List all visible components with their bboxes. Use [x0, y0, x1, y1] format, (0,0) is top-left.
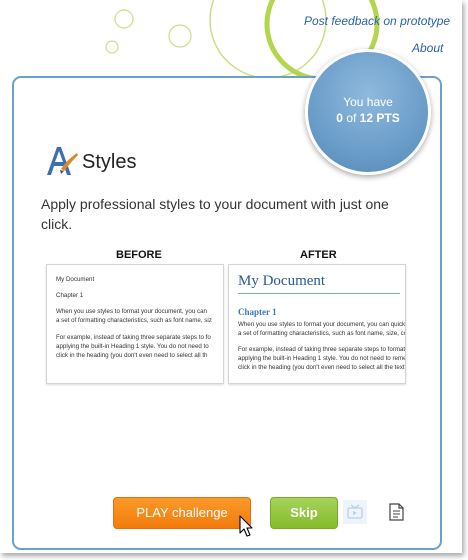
styles-icon — [47, 147, 78, 175]
before-line: applying the built-in Heading 1 style. Y… — [56, 343, 209, 350]
before-line: click in the heading (you don't even nee… — [56, 352, 208, 359]
about-link[interactable]: About — [412, 41, 443, 55]
document-icon[interactable] — [384, 500, 408, 524]
before-preview: My Document Chapter 1 When you use style… — [46, 264, 224, 384]
app-window: Post feedback on prototype About You hav… — [0, 0, 462, 553]
before-label: BEFORE — [116, 249, 162, 261]
after-line: a set of formatting characteristics, suc… — [238, 330, 406, 337]
after-line: applying the built-in Heading 1 style. Y… — [238, 355, 406, 362]
feature-title: Styles — [82, 151, 137, 173]
before-line: For example, instead of taking three sep… — [56, 334, 211, 341]
after-line: When you use styles to format your docum… — [238, 321, 406, 328]
points-score: 0 — [336, 111, 343, 125]
points-of: of — [346, 111, 357, 125]
play-challenge-button[interactable]: PLAY challenge — [113, 497, 251, 529]
feedback-link[interactable]: Post feedback on prototype — [304, 14, 450, 28]
after-preview: My Document Chapter 1 When you use style… — [228, 264, 406, 384]
deco-circle — [168, 24, 192, 48]
skip-button[interactable]: Skip — [270, 497, 338, 529]
before-line: a set of formatting characteristics, suc… — [56, 317, 212, 324]
feature-description: Apply professional styles to your docume… — [41, 196, 389, 232]
mouse-cursor-icon — [239, 515, 253, 537]
after-line: click in the heading (you don't even nee… — [238, 364, 406, 371]
deco-circle — [105, 40, 119, 54]
after-label: AFTER — [300, 249, 337, 261]
points-total: 12 PTS — [359, 111, 400, 125]
deco-circle — [114, 9, 134, 29]
before-doc-title: My Document — [56, 276, 95, 283]
points-label: You have — [343, 95, 393, 109]
after-title-rule — [238, 293, 400, 294]
after-doc-title: My Document — [238, 273, 326, 289]
points-score-line: 0 of 12 PTS — [308, 111, 428, 125]
before-line: When you use styles to format your docum… — [56, 308, 207, 315]
after-line: For example, instead of taking three sep… — [238, 346, 406, 353]
before-heading: Chapter 1 — [56, 292, 84, 299]
video-icon[interactable] — [343, 500, 367, 524]
after-heading: Chapter 1 — [238, 307, 277, 317]
points-badge: You have 0 of 12 PTS — [305, 49, 431, 175]
